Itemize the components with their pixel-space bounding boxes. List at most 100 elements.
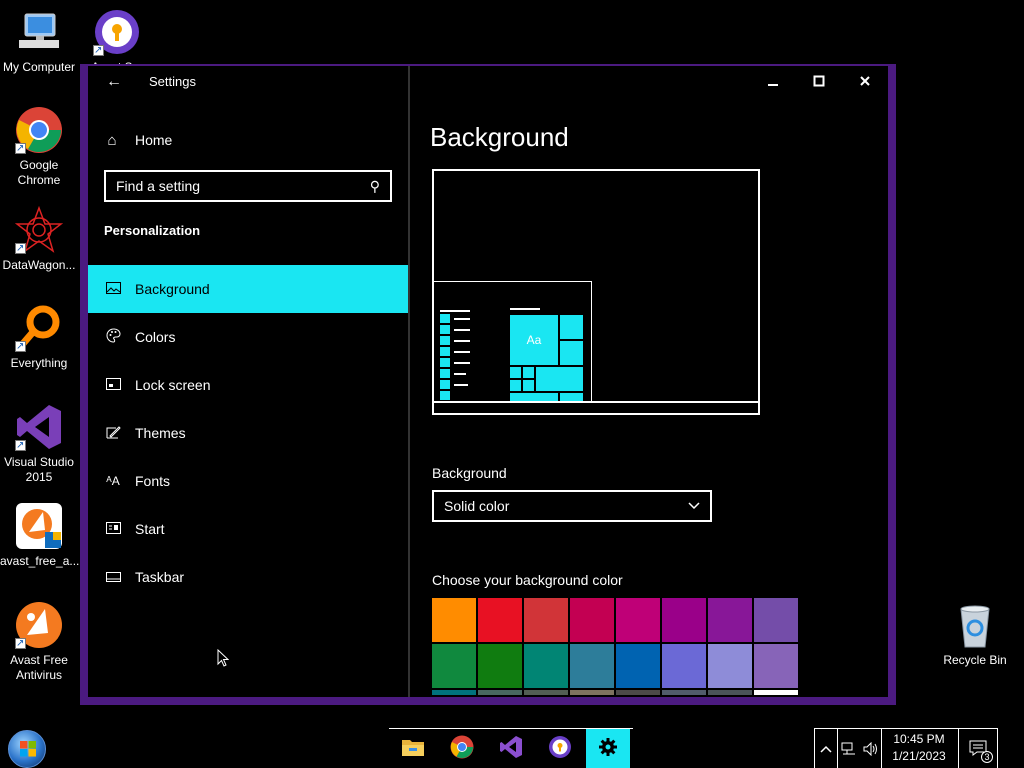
color-swatch[interactable] — [662, 690, 706, 695]
nav-item-label: Background — [135, 281, 210, 297]
nav-item-themes[interactable]: Themes — [88, 409, 408, 457]
color-swatch[interactable] — [524, 598, 568, 642]
preview-taskbar — [434, 401, 758, 413]
desktop-icon-avast-free-antivirus[interactable]: Avast Free Antivirus — [0, 601, 78, 683]
color-swatch[interactable] — [570, 598, 614, 642]
shortcut-arrow-icon — [15, 339, 26, 354]
search-input[interactable]: Find a setting ⚲ — [104, 170, 392, 202]
color-swatch[interactable] — [754, 690, 798, 695]
desktop-icon-label: Google Chrome — [17, 158, 61, 187]
color-swatch[interactable] — [754, 644, 798, 688]
color-swatch[interactable] — [708, 690, 752, 695]
nav-item-lock-screen[interactable]: Lock screen — [88, 361, 408, 409]
taskbar-settings[interactable] — [586, 729, 630, 768]
nav-list: Background Colors Lock screen Themes ᴬA … — [88, 265, 408, 601]
color-swatch[interactable] — [708, 644, 752, 688]
taskbar-file-explorer[interactable] — [391, 733, 435, 765]
color-swatch[interactable] — [662, 644, 706, 688]
dropdown-value: Solid color — [444, 498, 510, 514]
taskbar-visual-studio[interactable] — [489, 733, 533, 765]
settings-content-pane: Background Aa Background Solid color Cho… — [410, 66, 888, 697]
color-swatch[interactable] — [570, 644, 614, 688]
mouse-cursor-icon — [217, 648, 230, 672]
taskbar-avast[interactable] — [538, 733, 582, 765]
color-swatch[interactable] — [432, 644, 476, 688]
window-title: Settings — [149, 74, 196, 89]
notifications-button[interactable]: 3 — [958, 729, 998, 768]
nav-item-taskbar[interactable]: Taskbar — [88, 553, 408, 601]
show-hidden-icons-button[interactable] — [814, 729, 838, 768]
datawagon-icon — [14, 205, 64, 256]
chrome-icon — [15, 106, 63, 156]
color-swatch[interactable] — [478, 644, 522, 688]
desktop-icon-datawagon[interactable]: DataWagon... — [0, 205, 78, 273]
action-center-icon: 3 — [969, 740, 993, 763]
avast-antivirus-icon — [15, 601, 63, 651]
settings-window: ← Settings ⌂ Home Find a setting ⚲ Perso… — [80, 64, 896, 705]
desktop-icon-recycle-bin[interactable]: Recycle Bin — [936, 601, 1014, 668]
color-swatch[interactable] — [570, 690, 614, 695]
nav-item-start[interactable]: Start — [88, 505, 408, 553]
desktop-icon-label: My Computer — [2, 60, 76, 74]
system-clock[interactable]: 10:45 PM 1/21/2023 — [888, 728, 950, 768]
start-button[interactable] — [8, 730, 46, 768]
color-swatch[interactable] — [708, 598, 752, 642]
computer-icon — [15, 8, 63, 56]
color-swatch[interactable] — [478, 690, 522, 695]
nav-item-label: Start — [135, 521, 165, 537]
taskbar: 3 10:45 PM 1/21/2023 — [0, 728, 1024, 768]
network-icon[interactable] — [838, 729, 860, 768]
nav-item-label: Fonts — [135, 473, 171, 489]
color-swatch[interactable] — [754, 598, 798, 642]
nav-item-fonts[interactable]: ᴬA Fonts — [88, 457, 408, 505]
color-swatch[interactable] — [616, 644, 660, 688]
color-swatch[interactable] — [478, 598, 522, 642]
color-swatch[interactable] — [432, 598, 476, 642]
desktop-icon-label: Avast Free Antivirus — [10, 653, 68, 682]
color-swatch[interactable] — [432, 690, 476, 695]
desktop-icon-my-computer[interactable]: My Computer — [0, 8, 78, 75]
nav-item-colors[interactable]: Colors — [88, 313, 408, 361]
desktop-icon-label: Everything — [10, 356, 68, 370]
color-swatch[interactable] — [616, 690, 660, 695]
color-swatch[interactable] — [524, 644, 568, 688]
preview-tile-text: Aa — [509, 314, 559, 366]
desktop-icon-label: Visual Studio 2015 — [4, 455, 74, 484]
gear-icon — [598, 737, 618, 762]
shortcut-arrow-icon — [15, 438, 26, 453]
nav-item-label: Colors — [135, 329, 176, 345]
minimize-button[interactable] — [760, 74, 786, 92]
image-icon — [105, 281, 121, 297]
taskbar-chrome[interactable] — [440, 733, 484, 765]
color-swatch[interactable] — [662, 598, 706, 642]
preview-start-menu: Aa — [434, 281, 592, 402]
back-arrow-icon[interactable]: ← — [104, 72, 124, 92]
search-icon[interactable]: ⚲ — [370, 178, 380, 195]
maximize-button[interactable] — [806, 74, 832, 92]
visual-studio-icon — [15, 403, 63, 453]
desktop-icon-google-chrome[interactable]: Google Chrome — [0, 106, 78, 188]
desktop-icon-everything[interactable]: Everything — [0, 304, 78, 371]
recycle-bin-icon — [951, 601, 999, 649]
background-color-label: Choose your background color — [432, 572, 623, 588]
volume-icon[interactable] — [860, 729, 882, 768]
background-type-dropdown[interactable]: Solid color — [432, 490, 712, 522]
nav-item-label: Themes — [135, 425, 186, 441]
shortcut-arrow-icon — [15, 141, 26, 156]
avast-installer-icon — [15, 502, 63, 550]
folder-icon — [401, 737, 425, 762]
color-swatch[interactable] — [524, 690, 568, 695]
nav-item-background[interactable]: Background — [88, 265, 408, 313]
everything-search-icon — [15, 304, 63, 354]
nav-item-label: Taskbar — [135, 569, 185, 585]
color-swatch[interactable] — [616, 598, 660, 642]
close-button[interactable] — [852, 74, 878, 92]
nav-item-label: Lock screen — [135, 377, 211, 393]
page-title: Background — [430, 122, 569, 152]
home-link[interactable]: ⌂ Home — [104, 128, 172, 152]
avast-browser-icon — [93, 8, 141, 58]
desktop-icon-avast-installer[interactable]: avast_free_a... — [0, 502, 79, 569]
desktop-icon-visual-studio[interactable]: Visual Studio 2015 — [0, 403, 78, 485]
clock-time: 10:45 PM — [893, 732, 945, 746]
shortcut-arrow-icon — [93, 43, 104, 58]
